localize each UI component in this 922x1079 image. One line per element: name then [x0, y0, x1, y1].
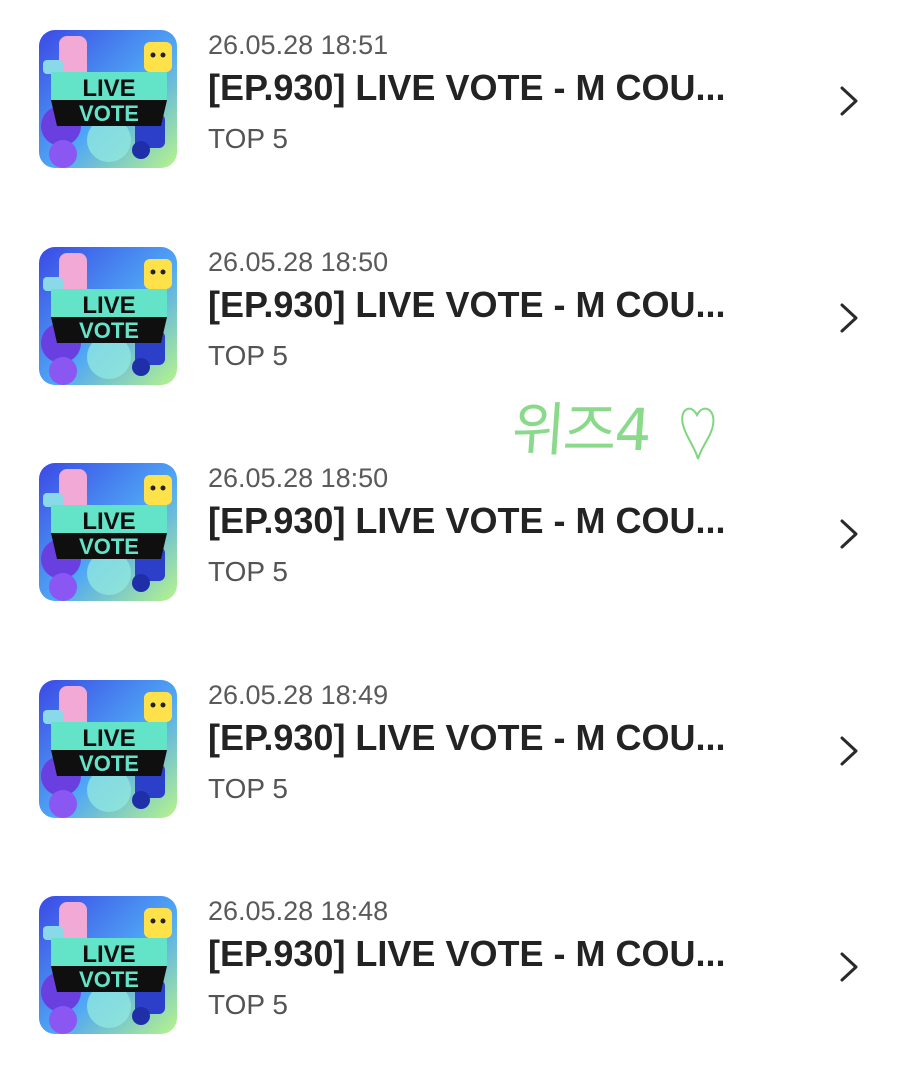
item-subtitle: TOP 5 [208, 989, 288, 1020]
chevron-right-icon[interactable] [836, 517, 862, 551]
item-title: [EP.930] LIVE VOTE - M COU... [208, 284, 726, 325]
svg-text:LIVE: LIVE [82, 725, 135, 752]
svg-text:LIVE: LIVE [82, 508, 135, 535]
svg-text:LIVE: LIVE [82, 292, 135, 319]
list-item[interactable]: LIVE VOTE 26.05.28 18:51 [EP.930] LIVE V… [0, 0, 922, 168]
svg-text:LIVE: LIVE [82, 941, 135, 968]
live-vote-thumbnail: LIVE VOTE [39, 896, 177, 1034]
svg-text:VOTE: VOTE [79, 534, 139, 559]
item-date: 26.05.28 18:49 [208, 680, 389, 710]
svg-text:VOTE: VOTE [79, 751, 139, 776]
item-date: 26.05.28 18:50 [208, 463, 389, 493]
chevron-right-icon[interactable] [836, 301, 862, 335]
svg-text:VOTE: VOTE [79, 318, 139, 343]
item-title: [EP.930] LIVE VOTE - M COU... [208, 67, 726, 108]
list-item[interactable]: LIVE VOTE 26.05.28 18:49 [EP.930] LIVE V… [0, 650, 922, 818]
item-subtitle: TOP 5 [208, 123, 288, 154]
item-text-block: 26.05.28 18:50 [EP.930] LIVE VOTE - M CO… [208, 461, 808, 589]
svg-text:VOTE: VOTE [79, 101, 139, 126]
item-text-block: 26.05.28 18:48 [EP.930] LIVE VOTE - M CO… [208, 894, 808, 1022]
item-date: 26.05.28 18:51 [208, 30, 389, 60]
live-vote-thumbnail: LIVE VOTE [39, 247, 177, 385]
item-subtitle: TOP 5 [208, 556, 288, 587]
chevron-right-icon[interactable] [836, 84, 862, 118]
live-vote-thumbnail: LIVE VOTE [39, 463, 177, 601]
list-item[interactable]: LIVE VOTE 26.05.28 18:50 [EP.930] LIVE V… [0, 217, 922, 385]
live-vote-thumbnail: LIVE VOTE [39, 680, 177, 818]
item-date: 26.05.28 18:50 [208, 247, 389, 277]
item-title: [EP.930] LIVE VOTE - M COU... [208, 933, 726, 974]
list-item[interactable]: LIVE VOTE 26.05.28 18:50 [EP.930] LIVE V… [0, 433, 922, 601]
item-subtitle: TOP 5 [208, 340, 288, 371]
item-text-block: 26.05.28 18:50 [EP.930] LIVE VOTE - M CO… [208, 245, 808, 373]
item-date: 26.05.28 18:48 [208, 896, 389, 926]
chevron-right-icon[interactable] [836, 734, 862, 768]
item-subtitle: TOP 5 [208, 773, 288, 804]
item-title: [EP.930] LIVE VOTE - M COU... [208, 717, 726, 758]
item-title: [EP.930] LIVE VOTE - M COU... [208, 500, 726, 541]
svg-text:VOTE: VOTE [79, 967, 139, 992]
live-vote-thumbnail: LIVE VOTE [39, 30, 177, 168]
item-text-block: 26.05.28 18:51 [EP.930] LIVE VOTE - M CO… [208, 28, 808, 156]
chevron-right-icon[interactable] [836, 950, 862, 984]
svg-text:LIVE: LIVE [82, 75, 135, 102]
list-item[interactable]: LIVE VOTE 26.05.28 18:48 [EP.930] LIVE V… [0, 866, 922, 1034]
vote-history-list: LIVE VOTE 26.05.28 18:51 [EP.930] LIVE V… [0, 0, 922, 1079]
item-text-block: 26.05.28 18:49 [EP.930] LIVE VOTE - M CO… [208, 678, 808, 806]
